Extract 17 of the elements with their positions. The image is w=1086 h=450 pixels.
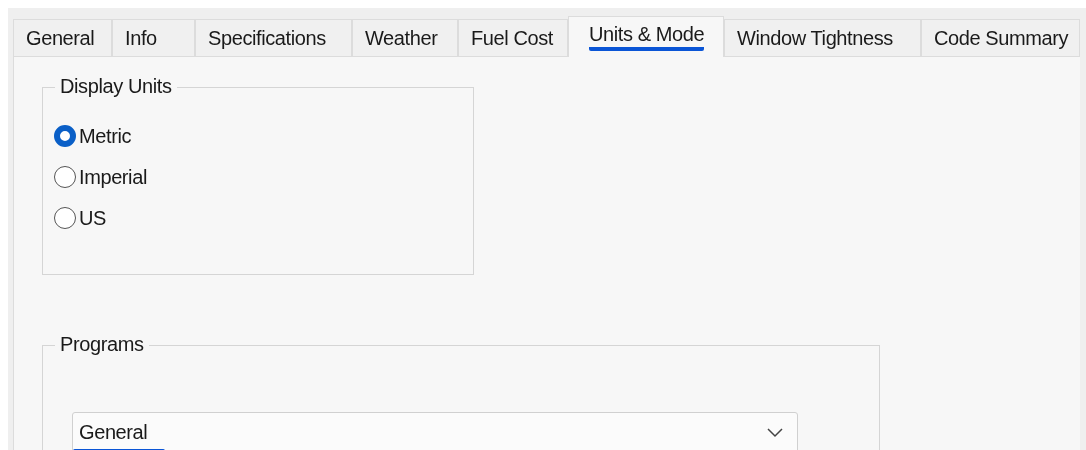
radio-label: US [79, 206, 106, 230]
chevron-down-icon [767, 427, 783, 438]
tab[interactable]: Info [112, 19, 195, 57]
radio-button[interactable] [54, 207, 76, 229]
dropdown[interactable]: General [72, 412, 798, 450]
radio-label: Imperial [79, 165, 147, 189]
radio-label: Metric [79, 124, 132, 148]
tab[interactable]: Units & Mode [568, 16, 724, 57]
tab[interactable]: General [13, 19, 112, 57]
tab[interactable]: Code Summary [921, 19, 1080, 57]
tab[interactable]: Fuel Cost [458, 19, 568, 57]
group-title: Display Units [55, 75, 177, 98]
radio-button[interactable] [54, 166, 76, 188]
radio-button[interactable] [54, 125, 76, 147]
tab[interactable]: Specifications [195, 19, 352, 57]
tab[interactable]: Weather [352, 19, 458, 57]
tab[interactable]: Window Tightness [724, 19, 921, 57]
